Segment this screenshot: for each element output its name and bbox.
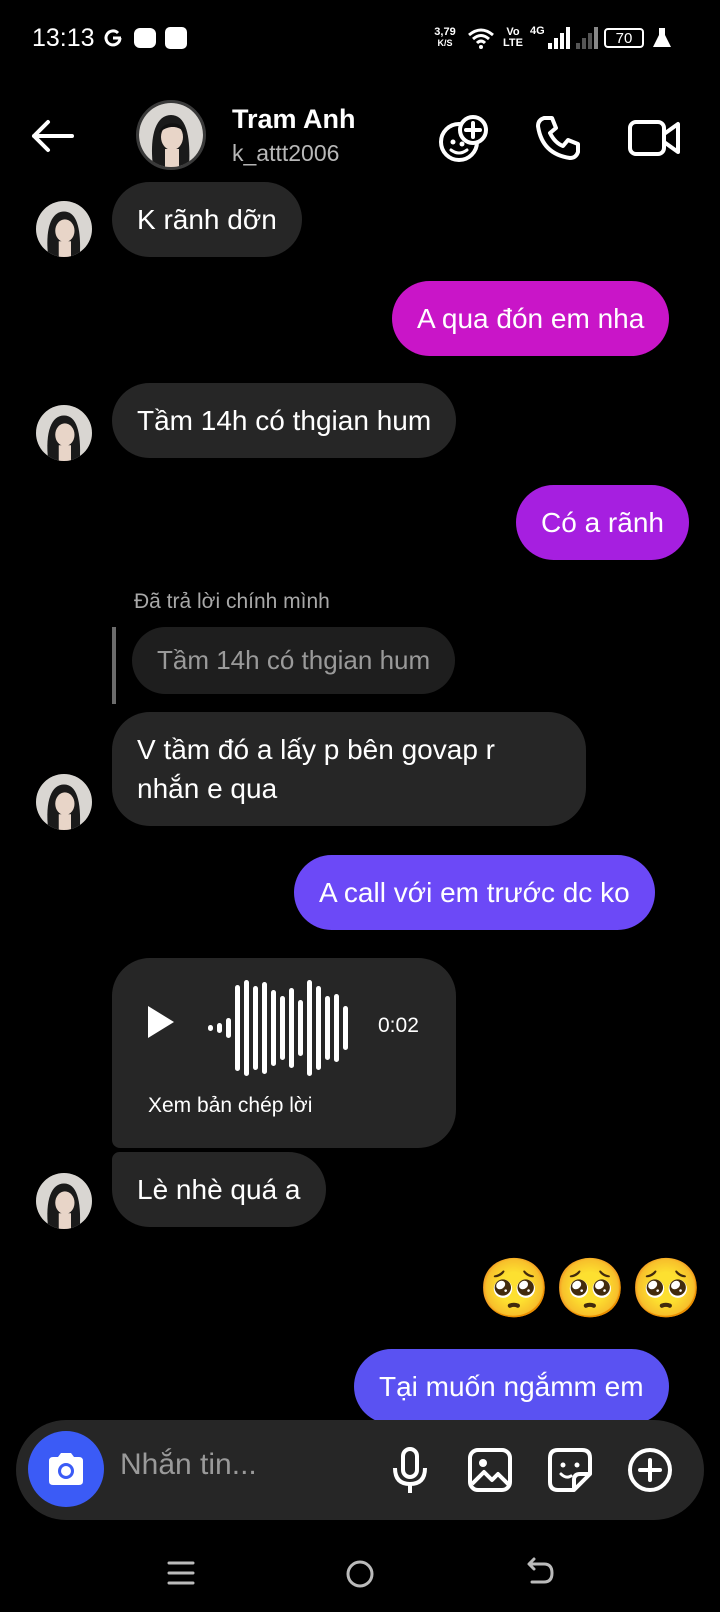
- recents-button[interactable]: [166, 1558, 196, 1588]
- play-button[interactable]: [146, 1004, 176, 1045]
- signal-4g-icon: 4G: [530, 24, 570, 52]
- status-time: 13:13: [32, 24, 95, 52]
- sticker-button[interactable]: [546, 1446, 594, 1494]
- contact-name[interactable]: Tram Anh: [232, 104, 356, 135]
- phone-icon: [536, 116, 580, 160]
- battery-level: 70: [615, 29, 633, 47]
- wifi-icon: [466, 24, 496, 52]
- sender-avatar[interactable]: [36, 774, 92, 830]
- net-speed-unit: K/S: [437, 38, 453, 48]
- signal-2-icon: [574, 24, 598, 52]
- message-outgoing[interactable]: A call với em trước dc ko: [294, 855, 655, 930]
- message-incoming[interactable]: K rãnh dỡn: [112, 182, 302, 257]
- menu-icon: [167, 1561, 195, 1585]
- image-icon: [468, 1448, 512, 1492]
- sender-avatar[interactable]: [36, 201, 92, 257]
- back-arrow-icon: [32, 120, 74, 152]
- transcript-link[interactable]: Xem bản chép lời: [148, 1094, 312, 1118]
- message-outgoing[interactable]: Có a rãnh: [516, 485, 689, 560]
- back-nav-icon: [527, 1557, 554, 1584]
- volte-bottom: LTE: [503, 37, 523, 49]
- voice-message[interactable]: 0:02 Xem bản chép lời: [112, 958, 456, 1148]
- voice-duration: 0:02: [378, 1014, 419, 1037]
- mic-button[interactable]: [390, 1446, 430, 1496]
- home-circle-icon: [346, 1560, 374, 1588]
- status-bar: 13:13 3,79 K/S Vo LTE 4G 70: [0, 0, 720, 80]
- sticker-icon: [548, 1448, 592, 1492]
- message-line: nhắn e qua: [137, 773, 278, 804]
- microphone-icon: [393, 1447, 427, 1493]
- play-icon: [148, 1006, 174, 1038]
- message-outgoing[interactable]: Tại muốn ngắmm em: [354, 1349, 669, 1424]
- back-nav-button[interactable]: [524, 1556, 556, 1588]
- sender-avatar[interactable]: [36, 1173, 92, 1229]
- reply-label: Đã trả lời chính mình: [134, 590, 330, 613]
- net-speed: 3,79 K/S: [428, 24, 462, 52]
- sticker-plus-icon: [439, 115, 488, 162]
- flask-icon: [650, 24, 674, 52]
- sender-avatar[interactable]: [36, 405, 92, 461]
- reply-bar: [112, 627, 116, 704]
- google-icon: [100, 24, 126, 52]
- message-incoming[interactable]: V tầm đó a lấy p bên govap r nhắn e qua: [112, 712, 586, 826]
- volte-icon: Vo LTE: [500, 24, 526, 52]
- message-outgoing[interactable]: A qua đón em nha: [392, 281, 670, 356]
- network-type: 4G: [530, 25, 545, 37]
- message-line: V tầm đó a lấy p bên govap r: [137, 734, 495, 765]
- video-call-button[interactable]: [626, 110, 682, 166]
- video-camera-icon: [628, 120, 680, 156]
- plus-circle-icon: [628, 1448, 672, 1492]
- gallery-button[interactable]: [466, 1446, 514, 1494]
- call-button[interactable]: [530, 110, 586, 166]
- message-incoming[interactable]: Lè nhè quá a: [112, 1152, 326, 1227]
- home-button[interactable]: [344, 1558, 376, 1590]
- back-button[interactable]: [28, 112, 84, 160]
- message-incoming[interactable]: Tầm 14h có thgian hum: [112, 383, 457, 458]
- emoji-message[interactable]: 🥺🥺🥺: [478, 1254, 707, 1324]
- more-button[interactable]: [626, 1446, 674, 1494]
- system-nav-bar: [0, 1530, 720, 1612]
- battery-icon: 70: [602, 24, 646, 52]
- contact-username[interactable]: k_attt2006: [232, 140, 339, 167]
- zalo-icon: [132, 24, 158, 52]
- camera-icon: [49, 1453, 83, 1485]
- reply-quote[interactable]: Tầm 14h có thgian hum: [132, 627, 456, 694]
- message-input[interactable]: Nhắn tin...: [120, 1448, 257, 1482]
- net-speed-value: 3,79: [434, 26, 456, 38]
- contact-avatar[interactable]: [136, 100, 206, 170]
- app-icon: [163, 24, 189, 52]
- camera-button[interactable]: [28, 1431, 104, 1507]
- effects-button[interactable]: [436, 110, 492, 166]
- waveform: [208, 978, 368, 1078]
